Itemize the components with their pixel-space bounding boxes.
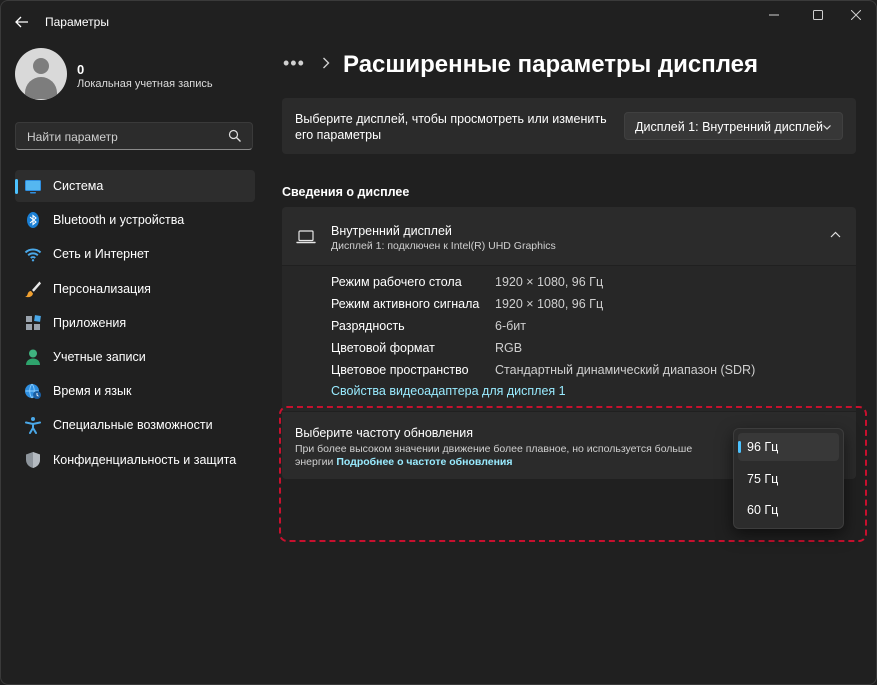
chevron-up-icon[interactable] — [830, 230, 841, 240]
sidebar-item-label: Специальные возможности — [53, 418, 213, 433]
globe-clock-icon — [25, 383, 41, 400]
refresh-rate-dropdown-list[interactable]: 96 Гц 75 Гц 60 Гц — [733, 428, 844, 529]
shield-icon — [26, 451, 40, 468]
close-button[interactable] — [835, 1, 876, 29]
close-icon — [851, 10, 861, 20]
section-title: Сведения о дисплее — [282, 185, 410, 199]
search-input[interactable] — [25, 128, 229, 146]
apps-icon — [26, 314, 41, 330]
option-label: 96 Гц — [747, 440, 779, 454]
detail-value: 1920 × 1080, 96 Гц — [495, 297, 604, 311]
detail-value: 1920 × 1080, 96 Гц — [495, 275, 604, 289]
sidebar-item-label: Время и язык — [53, 384, 132, 399]
detail-label: Разрядность — [331, 319, 405, 333]
sidebar-item-label: Система — [53, 179, 104, 193]
chevron-right-icon — [323, 57, 330, 69]
sidebar-item-accounts[interactable]: Учетные записи — [15, 341, 255, 373]
sidebar-item-label: Персонализация — [53, 281, 151, 296]
account-type: Локальная учетная запись — [77, 78, 213, 90]
option-label: 75 Гц — [747, 472, 779, 486]
maximize-icon — [813, 10, 823, 20]
bluetooth-icon — [27, 212, 39, 229]
display-name: Внутренний дисплей — [331, 224, 452, 238]
detail-value: RGB — [495, 341, 523, 355]
display-select-card: Выберите дисплей, чтобы просмотреть или … — [282, 98, 856, 154]
app-title: Параметры — [45, 15, 109, 29]
sidebar-item-label: Учетные записи — [53, 349, 146, 364]
page-title: Расширенные параметры дисплея — [343, 51, 758, 78]
display-info-header[interactable]: Внутренний дисплей Дисплей 1: подключен … — [282, 207, 856, 265]
title-bar: Параметры — [1, 1, 876, 41]
option-label: 60 Гц — [747, 503, 779, 517]
sidebar-item-apps[interactable]: Приложения — [15, 307, 255, 339]
sidebar-item-bluetooth[interactable]: Bluetooth и устройства — [15, 204, 255, 236]
refresh-option-60[interactable]: 60 Гц — [738, 496, 839, 524]
adapter-properties-link[interactable]: Свойства видеоадаптера для дисплея 1 — [331, 384, 566, 398]
search-box[interactable] — [15, 122, 253, 150]
accounts-icon — [26, 349, 40, 365]
sidebar-item-network[interactable]: Сеть и Интернет — [15, 238, 255, 270]
wifi-icon — [24, 248, 42, 262]
breadcrumb-more-button[interactable]: ••• — [283, 53, 305, 74]
display-details: Режим рабочего стола 1920 × 1080, 96 Гц … — [282, 266, 856, 411]
sidebar-item-privacy[interactable]: Конфиденциальность и защита — [15, 444, 255, 476]
display-connection: Дисплей 1: подключен к Intel(R) UHD Grap… — [331, 240, 556, 252]
display-dropdown[interactable]: Дисплей 1: Внутренний дисплей — [624, 112, 843, 140]
minimize-button[interactable] — [753, 1, 795, 29]
detail-value: 6-бит — [495, 319, 526, 333]
sidebar-item-time-language[interactable]: Время и язык — [15, 375, 255, 407]
sidebar-item-label: Конфиденциальность и защита — [53, 452, 237, 467]
avatar-body — [25, 77, 57, 99]
user-name: 0 — [77, 62, 85, 77]
search-icon[interactable] — [228, 129, 242, 143]
detail-label: Цветовое пространство — [331, 363, 469, 377]
detail-label: Режим активного сигнала — [331, 297, 480, 311]
avatar-head — [33, 58, 49, 74]
avatar[interactable] — [15, 48, 67, 100]
sidebar-item-accessibility[interactable]: Специальные возможности — [15, 409, 255, 441]
detail-label: Режим рабочего стола — [331, 275, 462, 289]
sidebar-nav: Система Bluetooth и устройства Сеть и Ин… — [15, 170, 255, 478]
brush-icon — [25, 281, 41, 297]
laptop-icon — [296, 230, 316, 244]
arrow-left-icon — [15, 16, 28, 28]
display-dropdown-value: Дисплей 1: Внутренний дисплей — [635, 120, 823, 134]
sidebar-item-personalization[interactable]: Персонализация — [15, 273, 255, 305]
maximize-button[interactable] — [797, 1, 839, 29]
minimize-icon — [769, 14, 779, 16]
sidebar-item-label: Приложения — [53, 315, 127, 330]
display-select-description: Выберите дисплей, чтобы просмотреть или … — [295, 112, 607, 142]
refresh-option-75[interactable]: 75 Гц — [738, 465, 839, 493]
back-button[interactable] — [9, 9, 35, 35]
sidebar-item-label: Сеть и Интернет — [53, 247, 150, 262]
sidebar-item-label: Bluetooth и устройства — [53, 213, 185, 228]
system-icon — [25, 180, 41, 194]
accessibility-icon — [25, 417, 41, 435]
chevron-down-icon — [823, 125, 831, 130]
refresh-option-96[interactable]: 96 Гц — [738, 433, 839, 461]
sidebar-item-system[interactable]: Система — [15, 170, 255, 202]
settings-window: Параметры 0 Локальная учетная запись Сис… — [0, 0, 877, 685]
detail-label: Цветовой формат — [331, 341, 435, 355]
detail-value: Стандартный динамический диапазон (SDR) — [495, 363, 756, 377]
